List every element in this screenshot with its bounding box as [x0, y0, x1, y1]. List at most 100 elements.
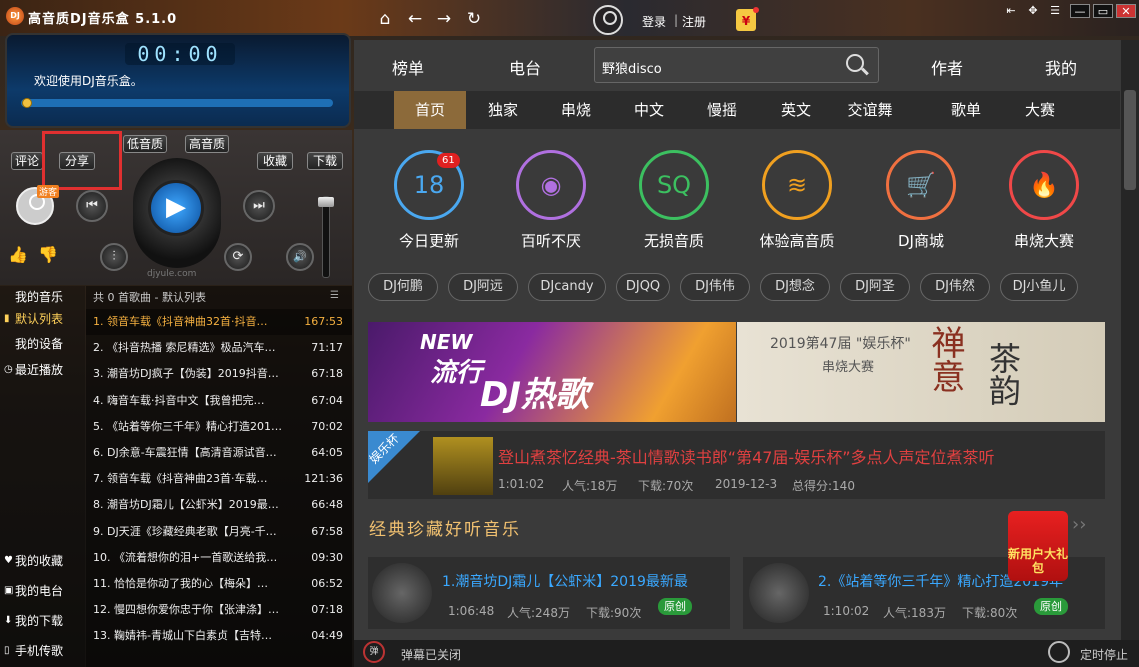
low-quality-button[interactable]: 低音质 [123, 135, 167, 153]
sub-tab[interactable]: 歌单 [930, 91, 1002, 129]
playlist-row[interactable]: 13. 鞠婧祎-青城山下白素贞【吉特… 04:49 [86, 623, 352, 649]
login-link[interactable]: 登录 [642, 13, 666, 30]
sub-tab[interactable]: 首页 [394, 91, 466, 129]
search-box[interactable]: 野狼disco [594, 47, 879, 83]
tab-mine[interactable]: 我的 [1045, 55, 1077, 79]
playlist-row[interactable]: 8. 潮音坊DJ霜儿【公虾米】2019最… 66:48 [86, 492, 352, 518]
register-link[interactable]: 注册 [682, 13, 706, 30]
menu-my-music[interactable]: 我的音乐 [0, 285, 85, 309]
volume-slider[interactable] [322, 196, 330, 278]
menu-my-radio[interactable]: ▣ 我的电台 [0, 579, 85, 603]
loop-icon[interactable]: ⟳ [224, 243, 252, 271]
back-arrow-icon[interactable]: ← [405, 10, 425, 28]
playlist-row[interactable]: 3. 潮音坊DJ疯子【伪装】2019抖音… 67:18 [86, 361, 352, 387]
prev-icon[interactable]: ⏮ [76, 190, 108, 222]
close-button[interactable]: ✕ [1116, 4, 1136, 18]
dislike-icon[interactable]: 👎 [38, 245, 58, 264]
more-arrow-icon[interactable]: ›› [1072, 514, 1086, 535]
playlist-row[interactable]: 9. DJ天涯《珍藏经典老歌【月亮-千… 67:58 [86, 519, 352, 545]
category-item[interactable]: 🔥 串烧大赛 [984, 146, 1104, 251]
red-packet-icon[interactable]: ¥ [736, 7, 759, 31]
artist-tag[interactable]: DJ想念 [760, 273, 830, 301]
refresh-icon[interactable]: ↻ [464, 10, 484, 28]
playlist-row[interactable]: 7. 领音车载《抖音神曲23首·车载… 121:36 [86, 466, 352, 492]
collect-button[interactable]: 收藏 [257, 152, 293, 170]
featured-title[interactable]: 登山煮茶忆经典-茶山情歌读书郎“第47届-娱乐杯”多点人声定位煮茶听 [498, 444, 995, 468]
progress-bar[interactable] [21, 99, 333, 107]
playlist-row[interactable]: 1. 领音车载《抖音神曲32首·抖音… 167:53 [86, 309, 352, 335]
pin-icon[interactable]: ✥ [1024, 4, 1042, 18]
high-quality-button[interactable]: 高音质 [185, 135, 229, 153]
comment-button[interactable]: 评论 [11, 152, 43, 170]
search-icon[interactable] [846, 54, 864, 72]
volume-icon[interactable]: 🔊 [286, 243, 314, 271]
menu-my-collect[interactable]: ♥ 我的收藏 [0, 549, 85, 573]
artist-tag[interactable]: DJ何鹏 [368, 273, 438, 301]
equalizer-icon[interactable]: ⫶ [100, 243, 128, 271]
artist-tag[interactable]: DJ阿远 [448, 273, 518, 301]
song-card-title[interactable]: 1.潮音坊DJ霜儿【公虾米】2019最新最 [442, 571, 688, 591]
like-icon[interactable]: 👍 [8, 245, 28, 264]
minimize-button[interactable]: — [1070, 4, 1090, 18]
user-avatar-icon[interactable] [593, 5, 623, 35]
artist-tag[interactable]: DJ阿圣 [840, 273, 910, 301]
featured-thumbnail[interactable] [433, 437, 493, 495]
category-item[interactable]: 🛒 DJ商城 [861, 146, 981, 251]
home-icon[interactable]: ⌂ [375, 10, 395, 28]
maximize-button[interactable]: ▭ [1093, 4, 1113, 18]
sub-tab[interactable]: 交谊舞 [834, 91, 906, 129]
category-item[interactable]: ≋ 体验高音质 [737, 146, 857, 251]
artist-tag[interactable]: DJcandy [528, 273, 606, 301]
skin-icon[interactable]: ☰ [1046, 4, 1064, 18]
volume-knob[interactable] [318, 197, 334, 207]
sub-tab[interactable]: 串烧 [540, 91, 612, 129]
playlist-row-title: 13. 鞠婧祎-青城山下白素贞【吉特… [93, 629, 272, 643]
play-icon[interactable]: ▶ [148, 180, 204, 236]
category-item[interactable]: 18 今日更新 [369, 146, 489, 251]
new-user-gift-button[interactable]: 新用户大礼包 [1008, 511, 1068, 581]
scrollbar-thumb[interactable] [1124, 90, 1136, 190]
timer-stop[interactable]: 定时停止 [1080, 646, 1128, 663]
tab-charts[interactable]: 榜单 [392, 55, 424, 79]
artist-tag[interactable]: DJQQ [616, 273, 670, 301]
sub-tab[interactable]: 英文 [760, 91, 832, 129]
sub-tab[interactable]: 慢摇 [686, 91, 758, 129]
tab-radio[interactable]: 电台 [509, 55, 541, 79]
category-item[interactable]: ◉ 百听不厌 [491, 146, 611, 251]
next-icon[interactable]: ⏭ [243, 190, 275, 222]
sub-tab[interactable]: 中文 [613, 91, 685, 129]
song-card-thumbnail[interactable] [749, 563, 809, 623]
sub-tab[interactable]: 大赛 [1004, 91, 1076, 129]
playlist-row-duration: 66:48 [311, 498, 343, 512]
playlist-row[interactable]: 2. 《抖音热播 索尼精选》极品汽车… 71:17 [86, 335, 352, 361]
timer-icon[interactable] [1048, 641, 1070, 663]
playlist-row[interactable]: 10. 《流着想你的泪+一首歌送给我… 09:30 [86, 545, 352, 571]
artist-tag[interactable]: DJ小鱼儿 [1000, 273, 1078, 301]
original-badge: 原创 [1034, 598, 1068, 615]
menu-recent[interactable]: ◷ 最近播放 [0, 358, 85, 382]
category-item[interactable]: SQ 无损音质 [614, 146, 734, 251]
menu-default-list[interactable]: ▮ 默认列表 [0, 307, 85, 331]
playlist-row[interactable]: 12. 慢四想你爱你忠于你【张津涤】… 07:18 [86, 597, 352, 623]
search-input[interactable]: 野狼disco [602, 58, 662, 77]
playlist-row[interactable]: 11. 恰恰是你动了我的心【梅朵】… 06:52 [86, 571, 352, 597]
menu-my-device[interactable]: 我的设备 [0, 332, 85, 356]
danmu-status[interactable]: 弹幕已关闭 [401, 646, 461, 663]
progress-knob[interactable] [22, 98, 32, 108]
song-card-thumbnail[interactable] [372, 563, 432, 623]
playlist-row[interactable]: 5. 《站着等你三千年》精心打造201… 70:02 [86, 414, 352, 440]
menu-my-download[interactable]: ⬇ 我的下载 [0, 609, 85, 633]
playlist-row[interactable]: 4. 嗨音车载·抖音中文【我曾把完… 67:04 [86, 388, 352, 414]
playlist-row-title: 2. 《抖音热播 索尼精选》极品汽车… [93, 341, 276, 355]
tab-authors[interactable]: 作者 [931, 55, 963, 79]
list-menu-icon[interactable]: ☰ [330, 290, 339, 301]
forward-arrow-icon[interactable]: → [434, 10, 454, 28]
artist-tag[interactable]: DJ伟然 [920, 273, 990, 301]
playlist-row[interactable]: 6. DJ余意-车震狂情【高清音源试音… 64:05 [86, 440, 352, 466]
sub-tab[interactable]: 独家 [467, 91, 539, 129]
artist-tag[interactable]: DJ伟伟 [680, 273, 750, 301]
menu-phone-transfer[interactable]: ▯ 手机传歌 [0, 639, 85, 663]
download-button[interactable]: 下载 [307, 152, 343, 170]
danmu-icon[interactable]: 弹 [363, 641, 385, 663]
mini-mode-icon[interactable]: ⇤ [1002, 4, 1020, 18]
